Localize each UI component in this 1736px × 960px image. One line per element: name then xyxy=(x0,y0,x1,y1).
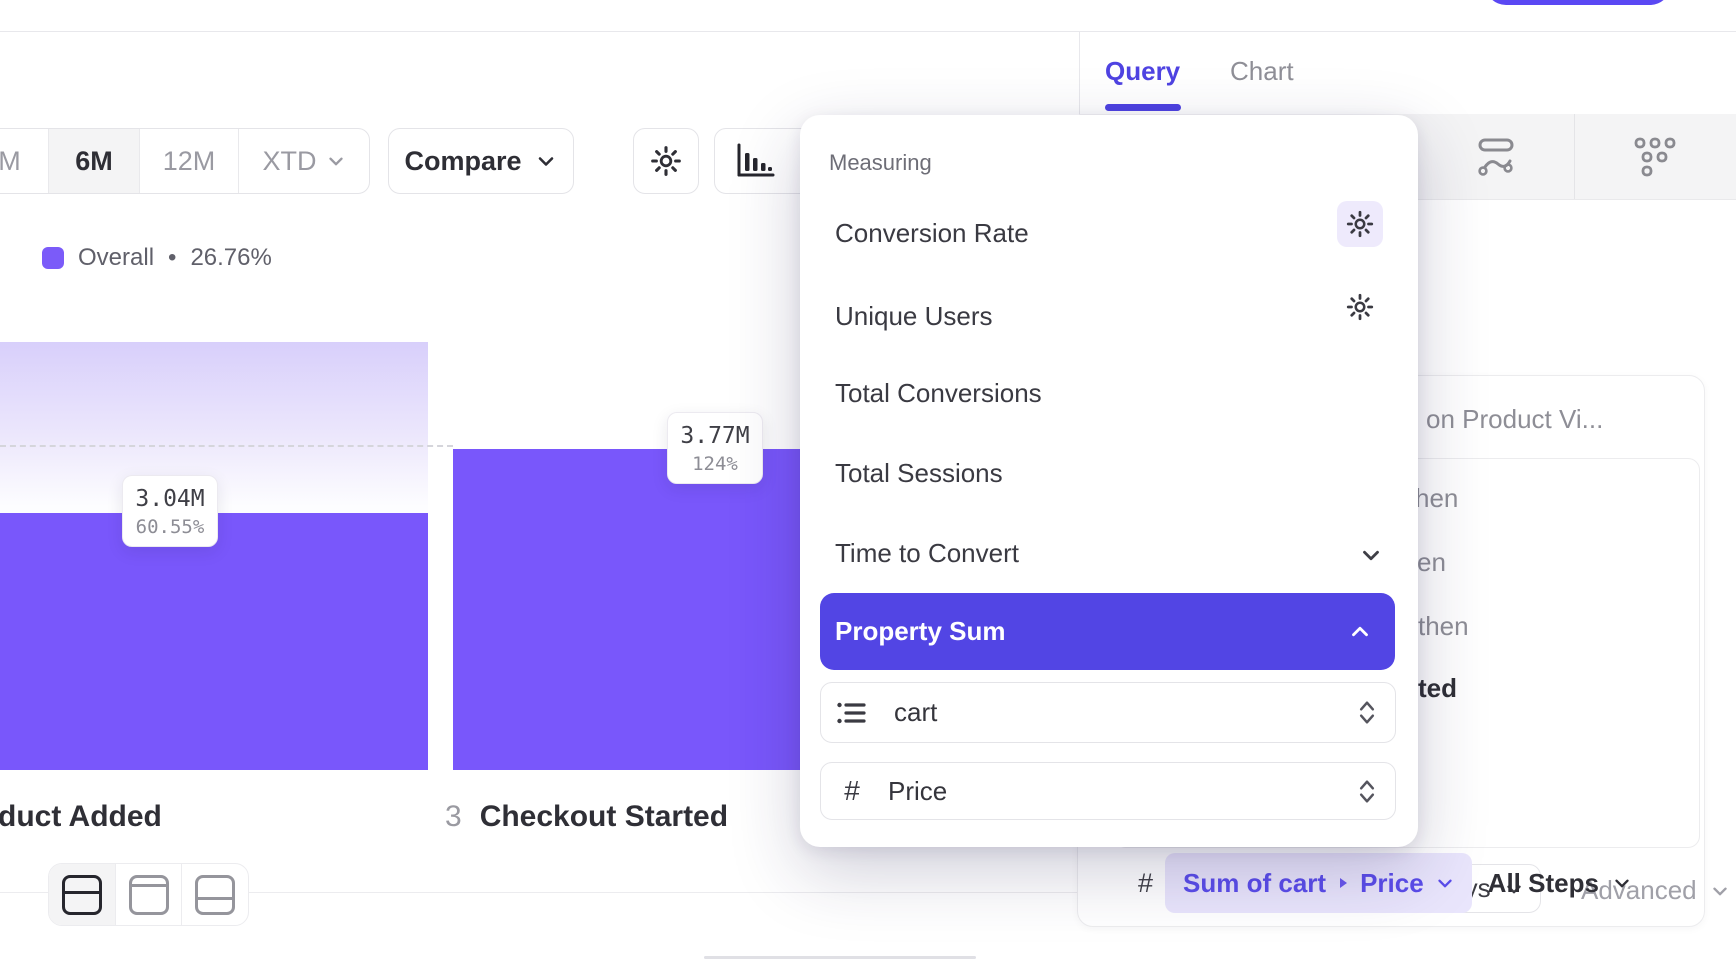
property-event-value: cart xyxy=(894,697,937,728)
funnel-step-1-label: duct Added xyxy=(0,800,162,834)
chevron-down-icon xyxy=(325,150,347,172)
menu-item-time-to-convert[interactable]: Time to Convert xyxy=(835,538,1019,569)
step-row-fragment: hen xyxy=(1415,483,1458,514)
unique-users-settings-button[interactable] xyxy=(1337,284,1383,330)
range-m[interactable]: M xyxy=(0,129,49,193)
chevron-down-icon[interactable] xyxy=(1358,542,1384,573)
legend-series: Overall xyxy=(78,244,154,272)
measured-value-row: # Sum of cart Price All Steps xyxy=(1138,853,1633,913)
range-12m[interactable]: 12M xyxy=(140,129,239,193)
bar-1-value: 3.04M xyxy=(123,484,217,514)
app-root: { "topbar": { "primary_button": "" }, "t… xyxy=(0,0,1736,960)
chart-settings-button[interactable] xyxy=(633,128,699,194)
chip-property-group: Sum of cart xyxy=(1183,868,1326,899)
active-tab-underline xyxy=(1105,104,1181,111)
step-row-fragment: then xyxy=(1418,611,1469,642)
apps-grid-button[interactable] xyxy=(1574,114,1736,199)
chip-property-name: Price xyxy=(1360,868,1424,899)
number-type-icon: # xyxy=(1138,868,1153,899)
layout-split-horizontal-button[interactable] xyxy=(49,864,116,925)
conversion-rate-settings-button[interactable] xyxy=(1337,201,1383,247)
tab-chart[interactable]: Chart xyxy=(1230,56,1294,87)
compare-label: Compare xyxy=(404,146,521,177)
flows-view-button[interactable] xyxy=(1418,114,1574,199)
funnel-bar-1[interactable] xyxy=(0,513,428,770)
up-down-stepper-icon xyxy=(1357,779,1377,804)
property-sum-label: Property Sum xyxy=(835,616,1006,647)
card-header-fragment: on Product Vi... xyxy=(1426,404,1603,435)
list-icon xyxy=(836,698,868,728)
menu-item-total-sessions[interactable]: Total Sessions xyxy=(835,458,1003,489)
compare-button[interactable]: Compare xyxy=(388,128,574,194)
legend-value: 26.76% xyxy=(190,244,271,272)
legend-separator: • xyxy=(168,244,176,272)
layout-header-view-button[interactable] xyxy=(116,864,183,925)
menu-item-total-conversions[interactable]: Total Conversions xyxy=(835,378,1042,409)
chevron-up-icon xyxy=(1347,619,1373,645)
panel-divider xyxy=(1079,31,1080,114)
bar-2-conversion: 124% xyxy=(668,451,762,477)
range-6m[interactable]: 6M xyxy=(49,129,140,193)
sum-of-cart-price-chip[interactable]: Sum of cart Price xyxy=(1165,853,1472,913)
all-steps-label: All Steps xyxy=(1488,868,1599,899)
up-down-stepper-icon xyxy=(1357,700,1377,725)
bar-1-conversion: 60.55% xyxy=(123,514,217,540)
time-range-segmented-control: M 6M 12M XTD xyxy=(0,128,370,194)
dots-grid-icon xyxy=(1633,136,1677,178)
property-event-select[interactable]: cart xyxy=(820,682,1396,743)
chevron-down-icon xyxy=(1709,880,1731,902)
gear-icon xyxy=(1345,292,1375,322)
top-divider xyxy=(0,31,1736,32)
measuring-dropdown-panel: Measuring Conversion Rate Unique Users T… xyxy=(800,115,1418,847)
menu-item-conversion-rate[interactable]: Conversion Rate xyxy=(835,218,1029,249)
legend-swatch xyxy=(42,247,64,269)
menu-item-property-sum-selected[interactable]: Property Sum xyxy=(820,593,1395,670)
footer-view-icon xyxy=(195,875,235,915)
menu-item-unique-users[interactable]: Unique Users xyxy=(835,301,993,332)
bar-2-value: 3.77M xyxy=(668,421,762,451)
step-row-fragment: en xyxy=(1417,547,1446,578)
layout-toggle-group xyxy=(48,863,249,926)
split-horizontal-icon xyxy=(62,875,102,915)
breadcrumb-arrow-icon xyxy=(1336,875,1350,891)
funnel-bar-2[interactable] xyxy=(453,449,800,770)
tab-query[interactable]: Query xyxy=(1105,56,1180,87)
property-name-value: Price xyxy=(888,776,947,807)
measuring-title: Measuring xyxy=(829,150,932,176)
header-view-icon xyxy=(129,875,169,915)
property-name-select[interactable]: # Price xyxy=(820,762,1396,820)
chevron-down-icon xyxy=(1434,872,1456,894)
flows-icon xyxy=(1477,137,1515,177)
hidden-card-top-edge xyxy=(704,956,976,959)
layout-footer-view-button[interactable] xyxy=(182,864,248,925)
bar-1-tooltip: 3.04M 60.55% xyxy=(122,475,218,547)
step-row-fragment: ted xyxy=(1418,673,1457,704)
step-1-name: duct Added xyxy=(0,800,162,834)
gear-icon xyxy=(649,144,683,178)
bar-2-tooltip: 3.77M 124% xyxy=(667,412,763,484)
bar-chart-icon xyxy=(733,141,777,181)
range-xtd[interactable]: XTD xyxy=(239,129,370,193)
gear-icon xyxy=(1345,209,1375,239)
hash-icon: # xyxy=(836,775,868,807)
all-steps-dropdown[interactable]: All Steps xyxy=(1488,868,1633,899)
chevron-down-icon xyxy=(534,149,558,173)
step-2-name: Checkout Started xyxy=(480,800,728,834)
chevron-down-icon xyxy=(1611,872,1633,894)
legend[interactable]: Overall • 26.76% xyxy=(42,244,272,272)
funnel-step-2-label: 3 Checkout Started xyxy=(445,800,728,834)
reference-dashed-line xyxy=(0,445,453,447)
step-2-number: 3 xyxy=(445,800,462,834)
primary-action-button[interactable] xyxy=(1485,0,1671,5)
